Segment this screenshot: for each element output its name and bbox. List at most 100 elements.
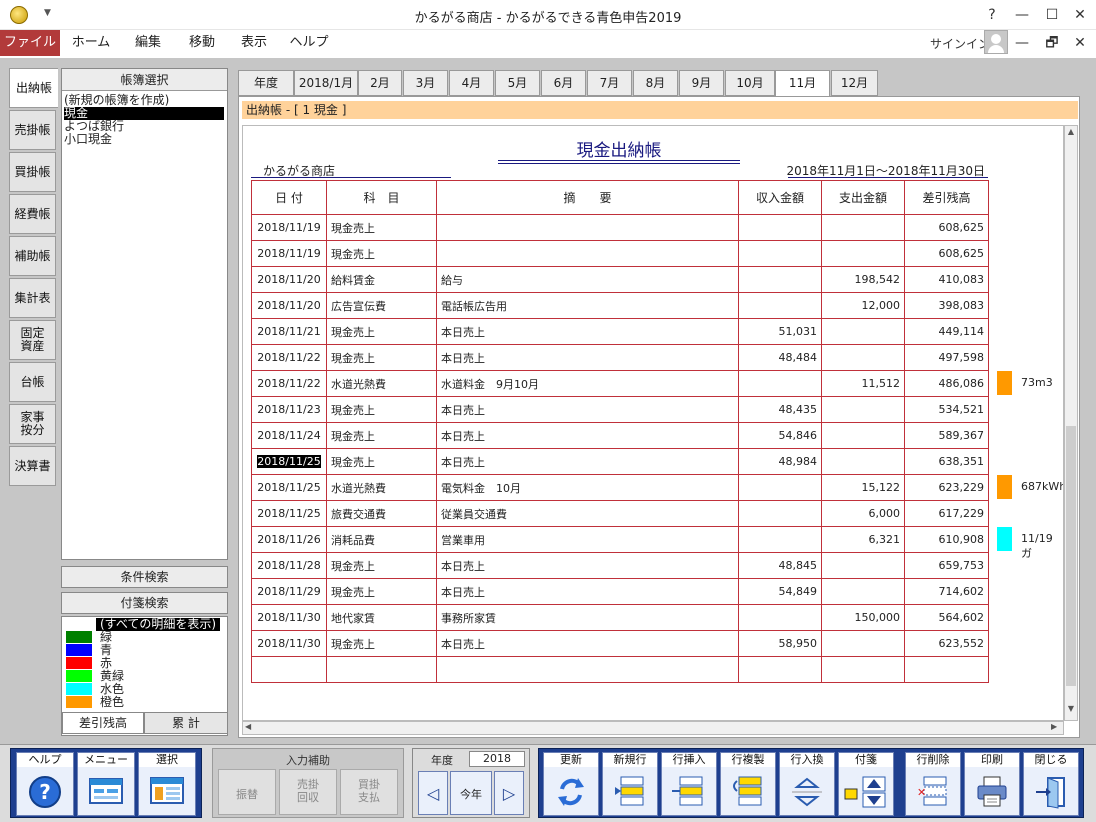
scroll-thumb[interactable] <box>1066 426 1076 686</box>
tab-fiscal-year[interactable]: 年度 <box>238 70 294 96</box>
cell-income[interactable] <box>738 240 822 267</box>
avatar[interactable] <box>984 30 1008 54</box>
cell-expense[interactable]: 6,321 <box>821 526 905 553</box>
table-row[interactable]: 2018/11/24 現金売上 本日売上 54,846 589,367 <box>251 422 989 449</box>
cell-income[interactable] <box>738 604 822 631</box>
cell-memo[interactable] <box>436 240 739 267</box>
row-tag-marker[interactable] <box>997 475 1012 499</box>
cell-memo[interactable]: 給与 <box>436 266 739 293</box>
tab-balance[interactable]: 差引残高 <box>62 712 144 734</box>
cell-expense[interactable] <box>821 552 905 579</box>
menu-view[interactable]: 表示 <box>232 30 276 56</box>
tag-filter-orange[interactable]: 橙色 <box>66 696 124 709</box>
cell-memo[interactable]: 本日売上 <box>436 448 739 475</box>
cell-expense[interactable] <box>821 214 905 241</box>
cell-expense[interactable] <box>821 396 905 423</box>
update-button[interactable]: 更新 <box>543 752 599 816</box>
ledger-item-new[interactable]: (新規の帳簿を作成) <box>64 94 224 107</box>
cell-account[interactable]: 現金売上 <box>326 240 437 267</box>
tab-month-4[interactable]: 4月 <box>449 70 494 96</box>
side-tab-summary[interactable]: 集計表 <box>9 278 56 318</box>
cell-date[interactable]: 2018/11/22 <box>251 370 327 397</box>
cell-memo[interactable] <box>436 214 739 241</box>
tab-month-1[interactable]: 2018/1月 <box>294 70 358 96</box>
cell-balance[interactable]: 623,552 <box>904 630 989 657</box>
menu-edit[interactable]: 編集 <box>124 30 172 56</box>
cell-income[interactable] <box>738 370 822 397</box>
help-button[interactable]: ヘルプ ? <box>16 752 74 816</box>
table-row[interactable]: 2018/11/25 旅費交通費 従業員交通費 6,000 617,229 <box>251 500 989 527</box>
cell-memo[interactable]: 本日売上 <box>436 552 739 579</box>
side-tab-receivables[interactable]: 売掛帳 <box>9 110 56 150</box>
cell-date[interactable]: 2018/11/24 <box>251 422 327 449</box>
table-row[interactable]: 2018/11/21 現金売上 本日売上 51,031 449,114 <box>251 318 989 345</box>
cell-balance[interactable]: 659,753 <box>904 552 989 579</box>
tab-month-7[interactable]: 7月 <box>587 70 632 96</box>
side-tab-cashbook[interactable]: 出納帳 <box>9 68 58 108</box>
prev-year-button[interactable]: ◁ <box>418 771 448 815</box>
cell-date[interactable]: 2018/11/30 <box>251 604 327 631</box>
cell-account[interactable]: 現金売上 <box>326 422 437 449</box>
cell-income[interactable]: 48,435 <box>738 396 822 423</box>
table-row[interactable]: 2018/11/29 現金売上 本日売上 54,849 714,602 <box>251 578 989 605</box>
cell-memo[interactable]: 水道料金 9月10月 <box>436 370 739 397</box>
cell-balance[interactable]: 638,351 <box>904 448 989 475</box>
cell-income[interactable]: 54,846 <box>738 422 822 449</box>
close-button[interactable]: 閉じる <box>1023 752 1079 816</box>
cell-income[interactable]: 48,984 <box>738 448 822 475</box>
cell-income[interactable] <box>738 474 822 501</box>
cell-date[interactable]: 2018/11/29 <box>251 578 327 605</box>
ar-collect-button[interactable]: 売掛 回収 <box>279 769 337 815</box>
col-income[interactable]: 収入金額 <box>738 180 822 215</box>
signin-link[interactable]: サインイン <box>930 35 990 52</box>
cell-income[interactable]: 48,845 <box>738 552 822 579</box>
cell-date[interactable]: 2018/11/25 <box>251 500 327 527</box>
cell-income[interactable] <box>738 292 822 319</box>
cell-date[interactable]: 2018/11/20 <box>251 292 327 319</box>
delete-row-button[interactable]: 行削除 ✕ <box>905 752 961 816</box>
menu-move[interactable]: 移動 <box>178 30 226 56</box>
cell-expense[interactable]: 198,542 <box>821 266 905 293</box>
tab-month-12[interactable]: 12月 <box>831 70 878 96</box>
cell-date[interactable]: 2018/11/20 <box>251 266 327 293</box>
cell-expense[interactable] <box>821 656 905 683</box>
table-row[interactable]: 2018/11/28 現金売上 本日売上 48,845 659,753 <box>251 552 989 579</box>
cell-balance[interactable]: 623,229 <box>904 474 989 501</box>
col-expense[interactable]: 支出金額 <box>821 180 905 215</box>
cell-account[interactable]: 現金売上 <box>326 214 437 241</box>
close-document-button[interactable]: ✕ <box>1066 32 1094 54</box>
next-year-button[interactable]: ▷ <box>494 771 524 815</box>
cell-income[interactable] <box>738 500 822 527</box>
cell-date[interactable]: 2018/11/25 <box>251 474 327 501</box>
cell-account[interactable]: 現金売上 <box>326 396 437 423</box>
cell-memo[interactable]: 本日売上 <box>436 630 739 657</box>
cell-expense[interactable]: 15,122 <box>821 474 905 501</box>
cell-account[interactable]: 給料賃金 <box>326 266 437 293</box>
cell-account[interactable]: 現金売上 <box>326 318 437 345</box>
table-row[interactable]: 2018/11/20 給料賃金 給与 198,542 410,083 <box>251 266 989 293</box>
cell-date[interactable]: 2018/11/30 <box>251 630 327 657</box>
cell-account[interactable]: 地代家賃 <box>326 604 437 631</box>
cell-expense[interactable] <box>821 318 905 345</box>
copy-row-button[interactable]: 行複製 <box>720 752 776 816</box>
cell-date[interactable] <box>251 656 327 683</box>
maximize-button[interactable]: ☐ <box>1038 4 1066 26</box>
scroll-left-icon[interactable]: ◀ <box>245 722 251 731</box>
cell-expense[interactable] <box>821 344 905 371</box>
cell-expense[interactable]: 150,000 <box>821 604 905 631</box>
cell-expense[interactable] <box>821 630 905 657</box>
menu-help[interactable]: ヘルプ <box>284 30 334 56</box>
cell-expense[interactable]: 11,512 <box>821 370 905 397</box>
scroll-down-icon[interactable]: ▼ <box>1066 704 1076 716</box>
tab-month-5[interactable]: 5月 <box>495 70 540 96</box>
cell-account[interactable]: 消耗品費 <box>326 526 437 553</box>
side-tab-fixed-assets[interactable]: 固定 資産 <box>9 320 56 360</box>
cell-memo[interactable]: 電気料金 10月 <box>436 474 739 501</box>
swap-row-button[interactable]: 行入換 <box>779 752 835 816</box>
cell-income[interactable] <box>738 656 822 683</box>
scroll-up-icon[interactable]: ▲ <box>1066 127 1076 139</box>
cell-balance[interactable]: 564,602 <box>904 604 989 631</box>
cell-balance[interactable]: 617,229 <box>904 500 989 527</box>
cell-memo[interactable]: 従業員交通費 <box>436 500 739 527</box>
cell-account[interactable]: 現金売上 <box>326 630 437 657</box>
